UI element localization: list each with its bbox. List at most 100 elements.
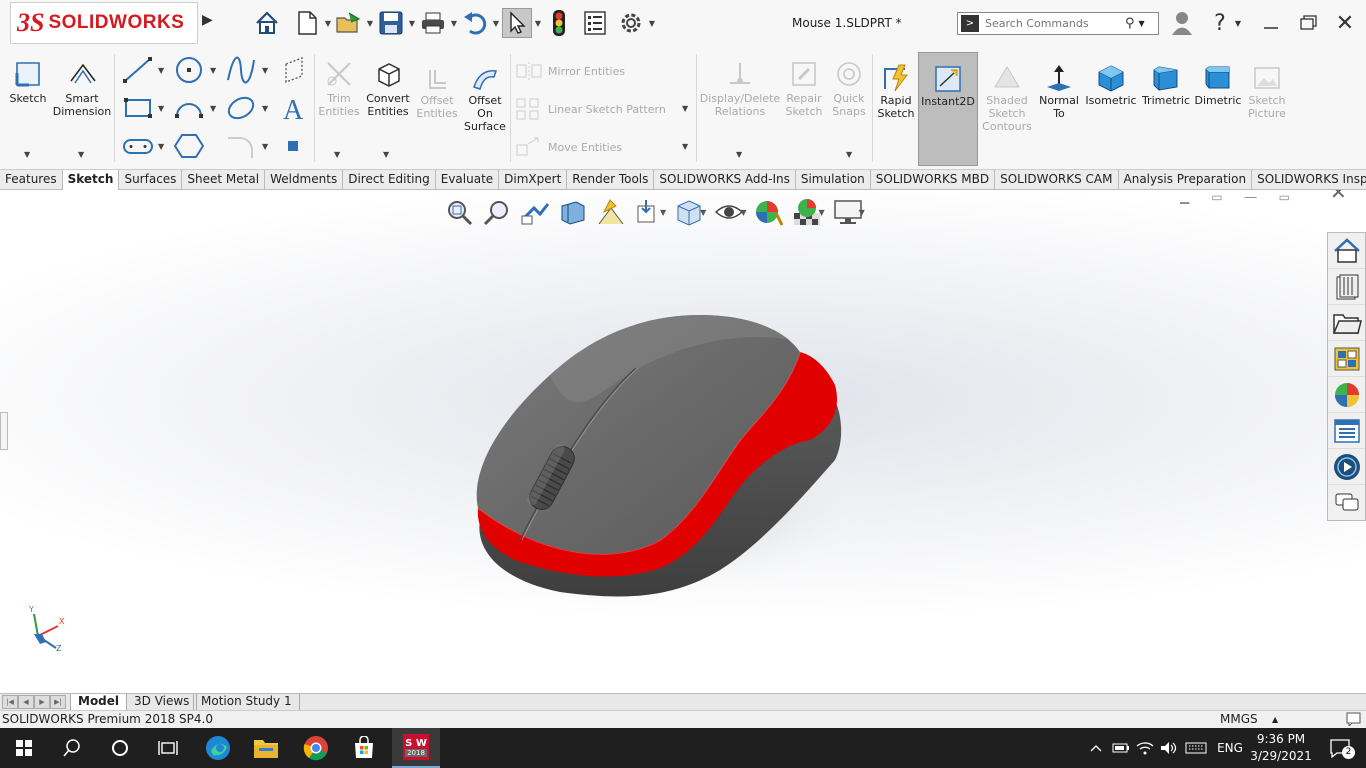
tab-solidworks-mbd[interactable]: SOLIDWORKS MBD — [871, 170, 996, 190]
convert-dropdown-icon[interactable]: ▼ — [383, 150, 389, 159]
open-dropdown-icon[interactable]: ▼ — [364, 19, 376, 28]
task-view-icon[interactable] — [144, 728, 192, 768]
tab-direct-editing[interactable]: Direct Editing — [343, 170, 436, 190]
system-clock[interactable]: 9:36 PM 3/29/2021 — [1248, 731, 1314, 765]
view-palette-icon[interactable] — [1328, 341, 1365, 377]
options-dropdown-icon[interactable]: ▼ — [646, 19, 658, 28]
tab-sketch[interactable]: Sketch — [62, 170, 120, 190]
solidworks-resources-icon[interactable] — [1328, 233, 1365, 269]
spline-dropdown-icon[interactable]: ▼ — [262, 66, 268, 75]
solidworks-taskbar-icon[interactable]: S W 2018 — [392, 728, 440, 768]
sketch-picture-button[interactable]: Sketch Picture — [1244, 62, 1290, 120]
tab-motion-study-1[interactable]: Motion Study 1 — [193, 694, 300, 710]
trim-dropdown-icon[interactable]: ▼ — [334, 150, 340, 159]
battery-icon[interactable] — [1110, 728, 1132, 768]
mirror-entities-button[interactable]: Mirror Entities — [516, 62, 625, 80]
tab-solidworks-add-ins[interactable]: SOLIDWORKS Add-Ins — [654, 170, 796, 190]
save-icon[interactable] — [376, 8, 406, 38]
normal-to-button[interactable]: Normal To — [1036, 62, 1082, 120]
hide-show-dropdown-icon[interactable]: ▼ — [740, 208, 746, 217]
unit-system-dropdown-icon[interactable]: ▲ — [1272, 711, 1278, 728]
print-icon[interactable] — [418, 8, 448, 38]
move-dropdown-icon[interactable]: ▼ — [682, 142, 688, 151]
restore-button[interactable] — [1294, 10, 1324, 36]
smart-dimension-button[interactable]: Smart Dimension — [52, 56, 112, 118]
notifications-icon[interactable]: 2 — [1320, 728, 1360, 768]
display-style-dropdown-icon[interactable]: ▼ — [700, 208, 706, 217]
search-dropdown-icon[interactable]: ▼ — [1139, 19, 1145, 28]
first-tab-icon[interactable]: |◀ — [2, 695, 18, 709]
options-icon[interactable] — [616, 8, 646, 38]
mouse-3d-model[interactable] — [440, 300, 900, 610]
move-entities-button[interactable]: Move Entities — [516, 136, 622, 158]
circle-tool-icon[interactable] — [174, 56, 204, 87]
home-icon[interactable] — [252, 8, 282, 38]
apply-scene-dropdown-icon[interactable]: ▼ — [818, 208, 824, 217]
slot-dropdown-icon[interactable]: ▼ — [158, 142, 164, 151]
search-icon[interactable]: ⚲ — [1125, 16, 1135, 31]
offset-on-surface-button[interactable]: Offset On Surface — [462, 64, 508, 133]
undo-icon[interactable] — [460, 8, 490, 38]
search-commands-box[interactable]: > ⚲ ▼ — [957, 12, 1159, 35]
point-tool-icon[interactable] — [287, 140, 299, 155]
dimetric-button[interactable]: Dimetric — [1194, 62, 1242, 107]
trim-entities-button[interactable]: Trim Entities — [316, 56, 362, 118]
file-explorer-taskbar-icon[interactable] — [242, 728, 290, 768]
select-icon[interactable] — [502, 8, 532, 38]
construction-plane-icon[interactable] — [282, 56, 306, 87]
new-dropdown-icon[interactable]: ▼ — [322, 19, 334, 28]
edit-appearance-icon[interactable] — [750, 197, 788, 227]
ellipse-tool-icon[interactable] — [226, 94, 256, 125]
snaps-dropdown-icon[interactable]: ▼ — [846, 150, 852, 159]
custom-properties-icon[interactable] — [1328, 413, 1365, 449]
help-dropdown-icon[interactable]: ▼ — [1230, 10, 1246, 36]
dynamic-annotation-icon[interactable] — [592, 198, 630, 226]
trimetric-button[interactable]: Trimetric — [1140, 62, 1192, 107]
spline-tool-icon[interactable] — [226, 56, 256, 87]
print-dropdown-icon[interactable]: ▼ — [448, 19, 460, 28]
view-settings-dropdown-icon[interactable]: ▼ — [859, 208, 865, 217]
tab-3d-views[interactable]: 3D Views — [126, 694, 198, 710]
offset-entities-button[interactable]: Offset Entities — [414, 64, 460, 120]
close-button[interactable]: ✕ — [1330, 10, 1360, 36]
circle-dropdown-icon[interactable]: ▼ — [210, 66, 216, 75]
tab-solidworks-inspection[interactable]: SOLIDWORKS Inspection — [1252, 170, 1366, 190]
rebuild-icon[interactable] — [544, 8, 574, 38]
slot-tool-icon[interactable] — [122, 134, 154, 161]
shaded-sketch-contours-button[interactable]: Shaded Sketch Contours — [980, 62, 1034, 133]
user-account-icon[interactable] — [1167, 10, 1197, 36]
solidworks-logo[interactable]: 3S SOLIDWORKS — [10, 2, 198, 44]
open-icon[interactable] — [334, 8, 364, 38]
viewport-maximize-icon[interactable]: ▭ — [1279, 190, 1290, 204]
viewport-tile-icon[interactable]: ▭ — [1211, 190, 1222, 204]
wifi-icon[interactable] — [1134, 728, 1156, 768]
cortana-icon[interactable] — [96, 728, 144, 768]
volume-icon[interactable] — [1158, 728, 1180, 768]
repair-sketch-button[interactable]: Repair Sketch — [782, 56, 826, 118]
polygon-tool-icon[interactable] — [173, 132, 205, 163]
design-library-icon[interactable] — [1328, 269, 1365, 305]
tab-simulation[interactable]: Simulation — [796, 170, 871, 190]
edge-browser-icon[interactable] — [194, 728, 242, 768]
display-delete-relations-button[interactable]: Display/Delete Relations — [700, 56, 780, 118]
save-dropdown-icon[interactable]: ▼ — [406, 19, 418, 28]
minimize-button[interactable] — [1256, 10, 1286, 36]
tab-evaluate[interactable]: Evaluate — [436, 170, 500, 190]
unit-system[interactable]: MMGS — [1220, 711, 1258, 728]
instant2d-button[interactable]: Instant2D — [918, 52, 978, 166]
touch-keyboard-icon[interactable] — [1182, 728, 1210, 768]
isometric-button[interactable]: Isometric — [1084, 62, 1138, 107]
tab-features[interactable]: Features — [0, 170, 63, 190]
solidworks-forum-icon[interactable] — [1328, 449, 1365, 485]
arc-dropdown-icon[interactable]: ▼ — [210, 104, 216, 113]
rectangle-tool-icon[interactable] — [122, 94, 154, 125]
tab-dimxpert[interactable]: DimXpert — [499, 170, 568, 190]
tab-surfaces[interactable]: Surfaces — [119, 170, 183, 190]
feature-manager-collapse-handle[interactable] — [0, 412, 8, 450]
zoom-to-area-icon[interactable] — [478, 198, 516, 226]
tab-sheet-metal[interactable]: Sheet Metal — [182, 170, 266, 190]
line-tool-icon[interactable] — [122, 56, 154, 87]
zoom-to-fit-icon[interactable] — [440, 198, 478, 226]
viewport-close-icon[interactable]: ✕ — [1330, 190, 1347, 204]
linear-sketch-pattern-button[interactable]: Linear Sketch Pattern — [516, 98, 666, 120]
